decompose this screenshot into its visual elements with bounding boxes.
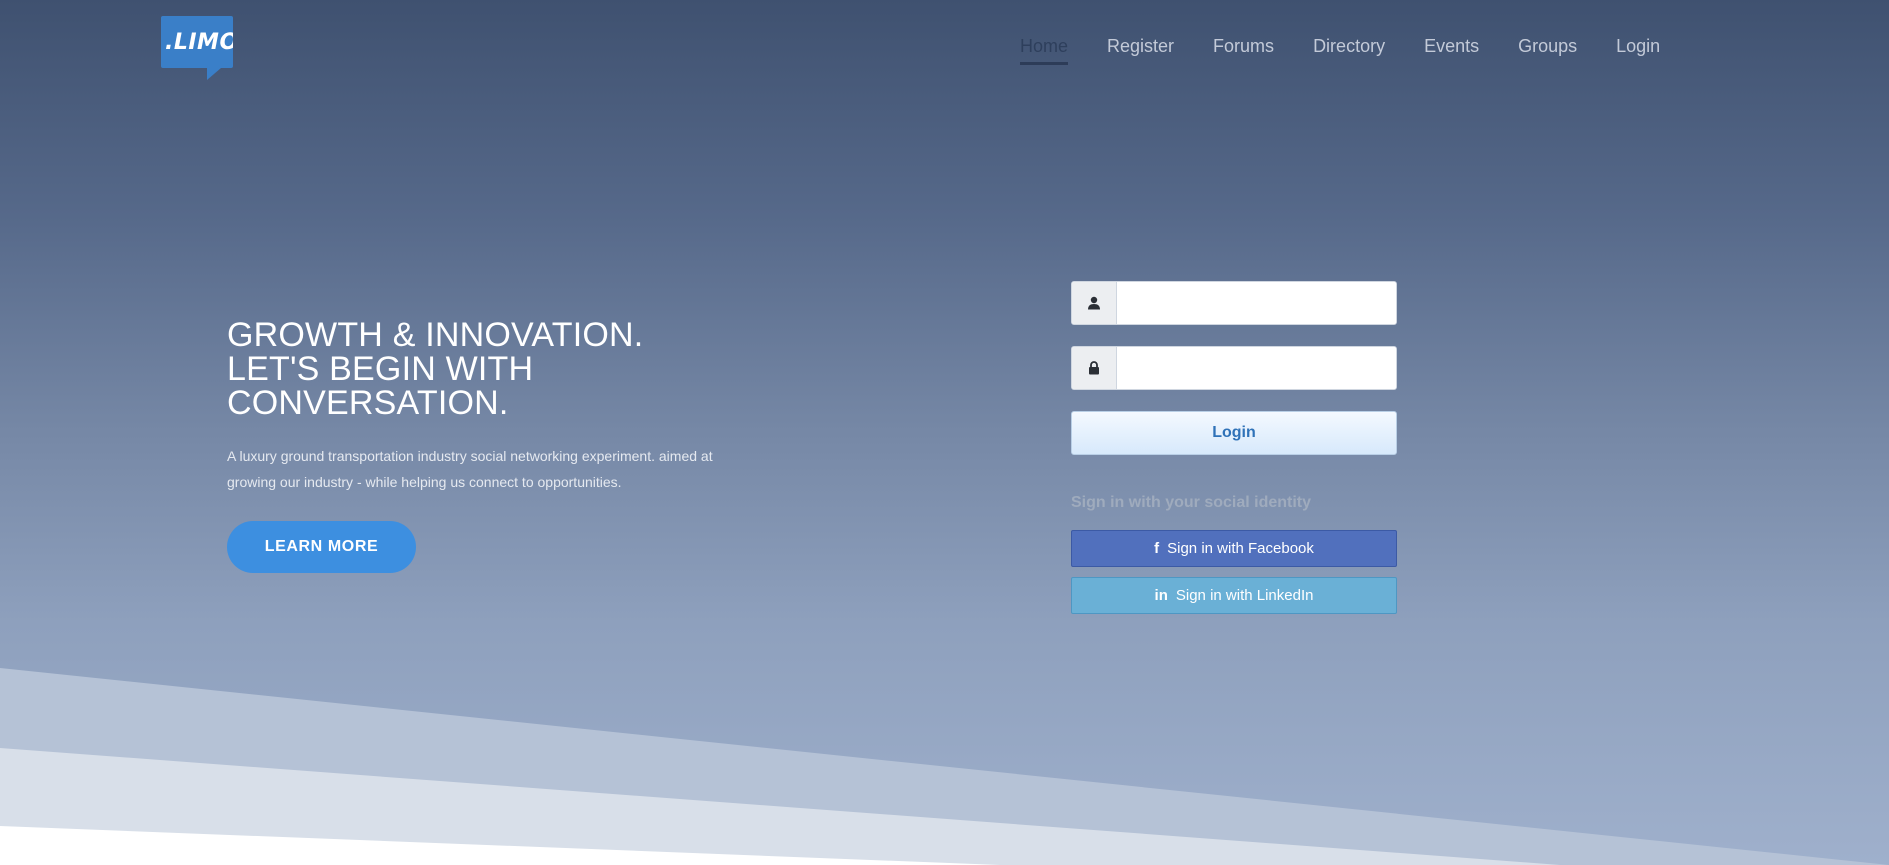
hero-title-line-2: LET'S BEGIN WITH xyxy=(227,350,534,388)
password-input[interactable] xyxy=(1117,347,1396,389)
hero-description: A luxury ground transportation industry … xyxy=(227,448,713,490)
password-field xyxy=(1071,346,1397,390)
linkedin-signin-label: Sign in with LinkedIn xyxy=(1175,587,1314,604)
nav-item-events[interactable]: Events xyxy=(1424,36,1479,57)
page: .LIMO Home Register Forums Directory Eve… xyxy=(0,0,1889,865)
logo-text: .LIMO xyxy=(165,30,233,55)
linkedin-signin-button[interactable]: in Sign in with LinkedIn xyxy=(1071,577,1397,614)
linkedin-icon: in xyxy=(1154,587,1168,604)
facebook-signin-label: Sign in with Facebook xyxy=(1167,540,1314,557)
username-field xyxy=(1071,281,1397,325)
nav-item-home[interactable]: Home xyxy=(1020,36,1069,65)
main-nav: Home Register Forums Directory Events Gr… xyxy=(1020,36,1699,65)
logo-box: .LIMO xyxy=(161,16,233,68)
hero-title-line-3: CONVERSATION. xyxy=(227,384,509,422)
username-input[interactable] xyxy=(1117,282,1396,324)
social-heading: Sign in with your social identity xyxy=(1071,494,1312,511)
learn-more-button[interactable]: LEARN MORE xyxy=(227,521,416,573)
nav-item-login[interactable]: Login xyxy=(1616,36,1660,57)
hero-title-line-1: GROWTH & INNOVATION. xyxy=(227,316,644,354)
lock-icon xyxy=(1072,347,1117,389)
nav-item-directory[interactable]: Directory xyxy=(1313,36,1385,57)
nav-item-register[interactable]: Register xyxy=(1107,36,1174,57)
facebook-signin-button[interactable]: f Sign in with Facebook xyxy=(1071,530,1397,567)
facebook-icon: f xyxy=(1154,540,1160,557)
background-wave xyxy=(0,668,1889,865)
login-submit-button[interactable]: Login xyxy=(1071,411,1397,455)
nav-item-groups[interactable]: Groups xyxy=(1518,36,1577,57)
hero-title: GROWTH & INNOVATION. LET'S BEGIN WITH CO… xyxy=(227,318,727,420)
nav-item-forums[interactable]: Forums xyxy=(1213,36,1274,57)
site-logo[interactable]: .LIMO xyxy=(161,16,233,80)
user-icon xyxy=(1072,282,1117,324)
logo-tail xyxy=(207,68,221,80)
